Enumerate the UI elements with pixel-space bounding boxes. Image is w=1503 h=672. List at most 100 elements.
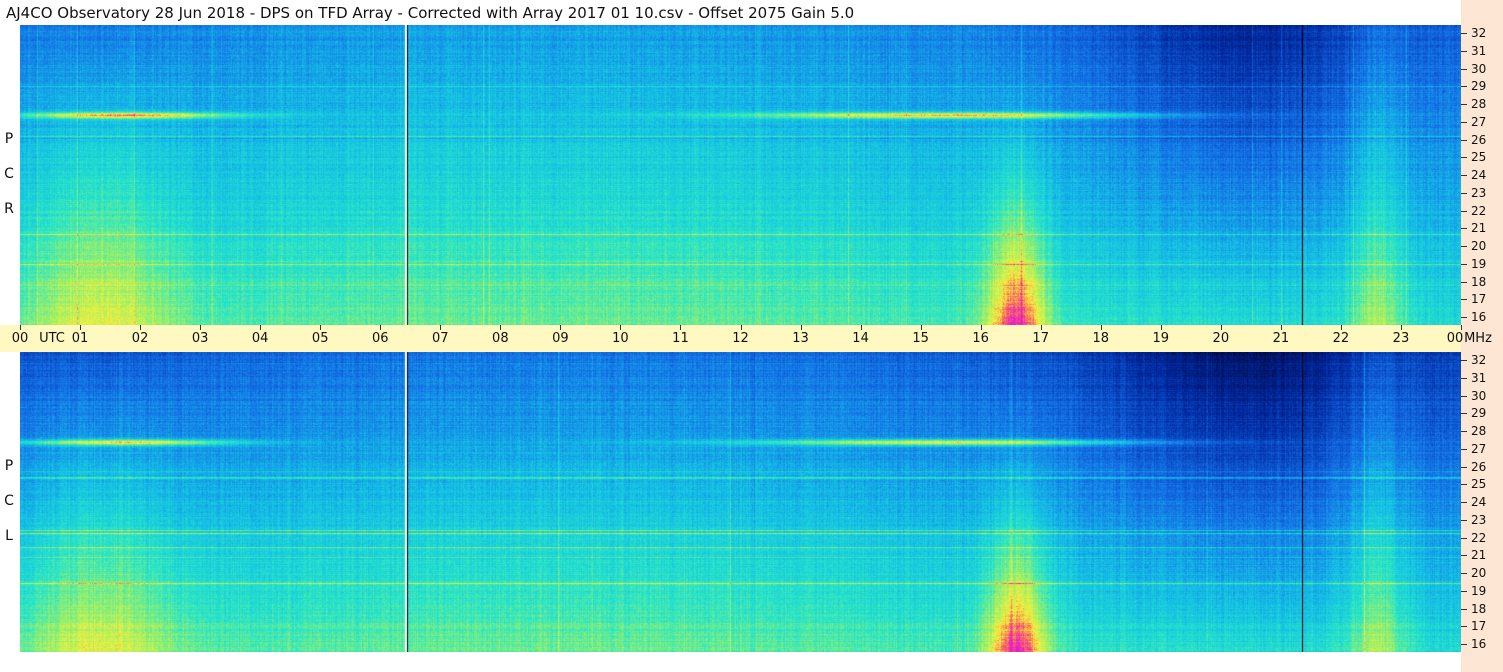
frequency-tick-label: 20 <box>1471 239 1487 253</box>
frequency-tick <box>1461 33 1467 34</box>
frequency-tick <box>1461 537 1467 539</box>
lcp-label-letter: C <box>4 493 14 509</box>
frequency-tick-label: 24 <box>1471 168 1487 182</box>
time-tick-label: 08 <box>492 331 509 346</box>
time-tick-label: 14 <box>852 331 869 346</box>
time-tick-label: 07 <box>432 331 449 346</box>
rcp-polarization-label: P C R <box>2 25 16 325</box>
frequency-tick <box>1461 175 1467 176</box>
frequency-tick-label: 27 <box>1471 114 1487 129</box>
time-tick-label: 09 <box>552 331 569 346</box>
frequency-tick <box>1461 626 1467 628</box>
frequency-tick-label: 16 <box>1471 310 1487 324</box>
frequency-tick <box>1461 86 1467 88</box>
frequency-tick <box>1461 68 1467 70</box>
frequency-tick <box>1461 466 1467 468</box>
frequency-tick-label: 29 <box>1471 406 1487 421</box>
time-tick <box>1461 325 1462 330</box>
frequency-tick-label: 25 <box>1471 150 1487 165</box>
time-tick <box>980 325 982 330</box>
time-tick <box>1040 325 1042 330</box>
rcp-spectrogram <box>20 25 1461 325</box>
frequency-tick <box>1461 573 1467 574</box>
frequency-tick <box>1461 210 1467 212</box>
lcp-label-letter: P <box>4 458 14 474</box>
frequency-tick-label: 31 <box>1471 370 1487 385</box>
frequency-tick <box>1461 502 1467 503</box>
frequency-tick <box>1461 104 1467 105</box>
frequency-tick-label: 25 <box>1471 477 1487 492</box>
frequency-tick-label: 22 <box>1471 530 1487 545</box>
time-tick <box>620 325 622 330</box>
time-tick-label: 13 <box>792 331 809 346</box>
frequency-tick-label: 29 <box>1471 79 1487 94</box>
frequency-tick <box>1461 299 1467 301</box>
time-tick <box>80 325 82 330</box>
frequency-tick-label: 32 <box>1471 26 1487 40</box>
frequency-tick-label: 30 <box>1471 388 1487 403</box>
frequency-tick-label: 19 <box>1471 583 1487 598</box>
frequency-tick-label: 24 <box>1471 495 1487 509</box>
time-tick <box>1280 325 1282 330</box>
frequency-tick-label: 23 <box>1471 185 1487 200</box>
time-tick <box>500 325 502 330</box>
frequency-tick-label: 22 <box>1471 203 1487 218</box>
frequency-tick-label: 17 <box>1471 619 1487 634</box>
time-tick-label: 06 <box>371 331 389 346</box>
frequency-tick <box>1461 413 1467 415</box>
frequency-tick <box>1461 139 1467 141</box>
time-tick <box>800 325 802 330</box>
time-tick <box>320 325 322 330</box>
time-tick <box>440 325 442 330</box>
frequency-tick-label: 31 <box>1471 43 1487 58</box>
time-tick <box>1220 325 1222 330</box>
plot-title: AJ4CO Observatory 28 Jun 2018 - DPS on T… <box>6 4 855 22</box>
time-tick-label: 19 <box>1152 331 1170 346</box>
frequency-tick-label: 28 <box>1471 97 1487 111</box>
time-tick <box>380 325 382 330</box>
frequency-tick <box>1461 50 1467 52</box>
frequency-tick-label: 23 <box>1471 512 1487 527</box>
frequency-tick-label: 21 <box>1471 548 1487 563</box>
time-tick-label: 23 <box>1392 331 1410 346</box>
frequency-tick <box>1461 192 1467 194</box>
frequency-tick <box>1461 157 1467 159</box>
frequency-tick <box>1461 484 1467 486</box>
utc-time-axis: 00 01 02 03 04 05 06 07 08 09 10 11 12 13 14 15 16 17 18 19… <box>0 325 1492 352</box>
time-tick-label: 02 <box>131 331 149 346</box>
frequency-tick <box>1461 608 1467 610</box>
frequency-tick-label: 28 <box>1471 424 1487 438</box>
time-tick-label: 20 <box>1212 331 1230 346</box>
frequency-tick-label: 20 <box>1471 566 1487 580</box>
time-tick-label: 03 <box>191 331 209 346</box>
frequency-tick <box>1461 121 1467 123</box>
rcp-label-letter: C <box>4 166 14 182</box>
frequency-tick <box>1461 519 1467 521</box>
time-tick <box>1100 325 1102 330</box>
frequency-tick-label: 19 <box>1471 256 1487 271</box>
frequency-tick <box>1461 555 1467 557</box>
time-tick-label: 10 <box>612 331 629 346</box>
rcp-label-letter: R <box>4 201 14 217</box>
time-tick <box>200 325 202 330</box>
frequency-tick-label: 18 <box>1471 601 1487 616</box>
frequency-tick-label: 26 <box>1471 459 1487 474</box>
rcp-frequency-axis: 32 31 30 29 28 27 26 25 24 23 22 21 20 19 18 17 16 <box>1461 25 1503 325</box>
frequency-tick <box>1461 644 1467 645</box>
frequency-tick <box>1461 228 1467 230</box>
time-tick <box>1400 325 1402 330</box>
time-tick-label: 17 <box>1032 331 1049 346</box>
frequency-tick-label: 30 <box>1471 61 1487 76</box>
lcp-label-letter: L <box>5 528 13 544</box>
time-tick-label: 00 <box>11 331 29 346</box>
frequency-tick-label: 18 <box>1471 274 1487 289</box>
frequency-tick <box>1461 281 1467 283</box>
time-tick-label: 00 <box>1446 331 1464 346</box>
time-tick <box>860 325 862 330</box>
time-tick-label: 04 <box>251 331 269 346</box>
time-tick-label: 18 <box>1092 331 1110 346</box>
time-tick <box>740 325 742 330</box>
frequency-tick <box>1461 431 1467 432</box>
time-tick-label: 16 <box>972 331 989 346</box>
rcp-label-letter: P <box>4 131 14 147</box>
